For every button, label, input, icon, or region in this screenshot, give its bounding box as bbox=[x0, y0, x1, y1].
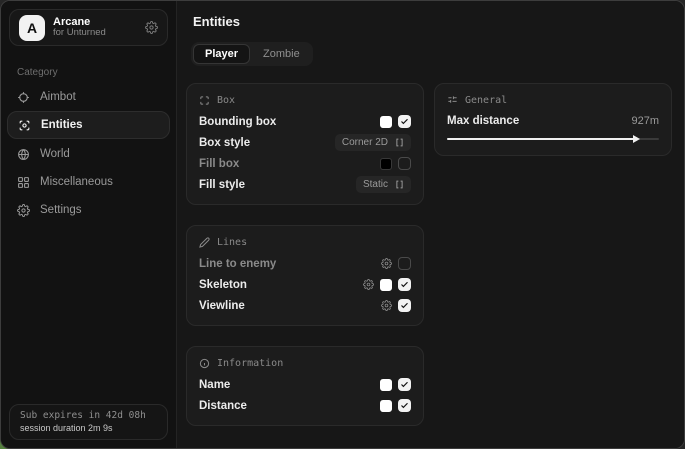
name-label: Name bbox=[199, 379, 230, 391]
desktop: A Arcane for Unturned Category bbox=[0, 0, 685, 449]
sidebar-item-label: Miscellaneous bbox=[40, 176, 113, 188]
sidebar-item-label: Entities bbox=[41, 119, 83, 131]
name-checkbox[interactable] bbox=[398, 378, 411, 391]
general-card: General Max distance 927m bbox=[434, 83, 672, 156]
max-distance-value: 927m bbox=[631, 115, 659, 127]
lines-card: Lines Line to enemy bbox=[186, 225, 424, 326]
bounding-box-row: Bounding box bbox=[199, 111, 411, 132]
sidebar-item-miscellaneous[interactable]: Miscellaneous bbox=[1, 168, 176, 196]
sub-expiry-text: Sub expires in 42d 08h bbox=[20, 410, 157, 421]
subscription-card: Sub expires in 42d 08h session duration … bbox=[9, 404, 168, 440]
box-corners-icon bbox=[199, 95, 210, 106]
skeleton-color-swatch[interactable] bbox=[380, 279, 392, 291]
viewline-settings-icon[interactable] bbox=[381, 300, 392, 311]
skeleton-settings-icon[interactable] bbox=[363, 279, 374, 290]
viewline-checkbox[interactable] bbox=[398, 299, 411, 312]
box-style-value: Corner 2D bbox=[342, 137, 388, 148]
info-icon bbox=[199, 358, 210, 369]
sidebar-item-settings[interactable]: Settings bbox=[1, 196, 176, 224]
skeleton-label: Skeleton bbox=[199, 279, 247, 291]
header-gear-icon[interactable] bbox=[145, 21, 158, 34]
fill-box-label: Fill box bbox=[199, 158, 239, 170]
information-card: Information Name D bbox=[186, 346, 424, 426]
sidebar-item-entities[interactable]: Entities bbox=[7, 111, 170, 139]
distance-color-swatch[interactable] bbox=[380, 400, 392, 412]
gear-icon bbox=[17, 204, 30, 217]
viewline-row: Viewline bbox=[199, 295, 411, 316]
box-style-select[interactable]: Corner 2D bbox=[335, 134, 411, 151]
sidebar-item-aimbot[interactable]: Aimbot bbox=[1, 83, 176, 111]
box-card: Box Bounding box B bbox=[186, 83, 424, 205]
distance-checkbox[interactable] bbox=[398, 399, 411, 412]
information-card-title: Information bbox=[217, 358, 283, 369]
app-title-block: Arcane for Unturned bbox=[53, 16, 106, 40]
fill-style-label: Fill style bbox=[199, 179, 245, 191]
distance-row: Distance bbox=[199, 395, 411, 416]
line-to-enemy-row: Line to enemy bbox=[199, 253, 411, 274]
fill-box-checkbox[interactable] bbox=[398, 157, 411, 170]
sidebar-item-label: Settings bbox=[40, 204, 82, 216]
app-header-card: A Arcane for Unturned bbox=[9, 9, 168, 46]
sidebar-item-world[interactable]: World bbox=[1, 140, 176, 168]
right-column: General Max distance 927m bbox=[434, 83, 672, 156]
bounding-box-color-swatch[interactable] bbox=[380, 116, 392, 128]
box-style-row: Box style Corner 2D bbox=[199, 132, 411, 153]
grid-icon bbox=[17, 176, 30, 189]
select-brackets-icon bbox=[395, 138, 404, 147]
arcane-window: A Arcane for Unturned Category bbox=[0, 0, 685, 449]
scan-entity-icon bbox=[18, 119, 31, 132]
general-card-title: General bbox=[465, 95, 507, 106]
category-label: Category bbox=[17, 67, 176, 78]
fill-style-value: Static bbox=[363, 179, 388, 190]
line-to-enemy-checkbox[interactable] bbox=[398, 257, 411, 270]
skeleton-checkbox[interactable] bbox=[398, 278, 411, 291]
sidebar: A Arcane for Unturned Category bbox=[1, 1, 177, 448]
lines-card-title: Lines bbox=[217, 237, 247, 248]
slider-fill bbox=[447, 138, 638, 140]
left-column: Box Bounding box B bbox=[186, 83, 424, 426]
page-title: Entities bbox=[193, 14, 674, 29]
line-to-enemy-label: Line to enemy bbox=[199, 258, 276, 270]
main-panel: Entities Player Zombie bbox=[177, 1, 684, 448]
box-card-header: Box bbox=[199, 95, 411, 106]
name-color-swatch[interactable] bbox=[380, 379, 392, 391]
sidebar-item-label: Aimbot bbox=[40, 91, 76, 103]
tab-zombie[interactable]: Zombie bbox=[252, 45, 311, 63]
select-brackets-icon bbox=[395, 180, 404, 189]
max-distance-slider[interactable] bbox=[447, 134, 659, 144]
bounding-box-label: Bounding box bbox=[199, 116, 276, 128]
max-distance-label: Max distance bbox=[447, 115, 519, 127]
line-to-enemy-settings-icon[interactable] bbox=[381, 258, 392, 269]
general-card-header: General bbox=[447, 95, 659, 106]
tab-bar: Player Zombie bbox=[191, 42, 313, 66]
box-style-label: Box style bbox=[199, 137, 250, 149]
globe-icon bbox=[17, 148, 30, 161]
information-card-header: Information bbox=[199, 358, 411, 369]
viewline-label: Viewline bbox=[199, 300, 245, 312]
bounding-box-checkbox[interactable] bbox=[398, 115, 411, 128]
session-duration-text: session duration 2m 9s bbox=[20, 423, 157, 433]
app-subtitle: for Unturned bbox=[53, 28, 106, 39]
pencil-line-icon bbox=[199, 237, 210, 248]
lines-card-header: Lines bbox=[199, 237, 411, 248]
sidebar-nav: Aimbot Entities bbox=[1, 83, 176, 224]
distance-label: Distance bbox=[199, 400, 247, 412]
slider-thumb[interactable] bbox=[633, 135, 640, 143]
app-logo: A bbox=[19, 15, 45, 41]
skeleton-row: Skeleton bbox=[199, 274, 411, 295]
fill-box-color-swatch[interactable] bbox=[380, 158, 392, 170]
tab-player[interactable]: Player bbox=[193, 44, 250, 64]
fill-style-row: Fill style Static bbox=[199, 174, 411, 195]
box-card-title: Box bbox=[217, 95, 235, 106]
name-row: Name bbox=[199, 374, 411, 395]
max-distance-row: Max distance 927m bbox=[447, 111, 659, 131]
fill-style-select[interactable]: Static bbox=[356, 176, 411, 193]
fill-box-row: Fill box bbox=[199, 153, 411, 174]
sliders-icon bbox=[447, 95, 458, 106]
sidebar-item-label: World bbox=[40, 148, 70, 160]
crosshair-icon bbox=[17, 91, 30, 104]
